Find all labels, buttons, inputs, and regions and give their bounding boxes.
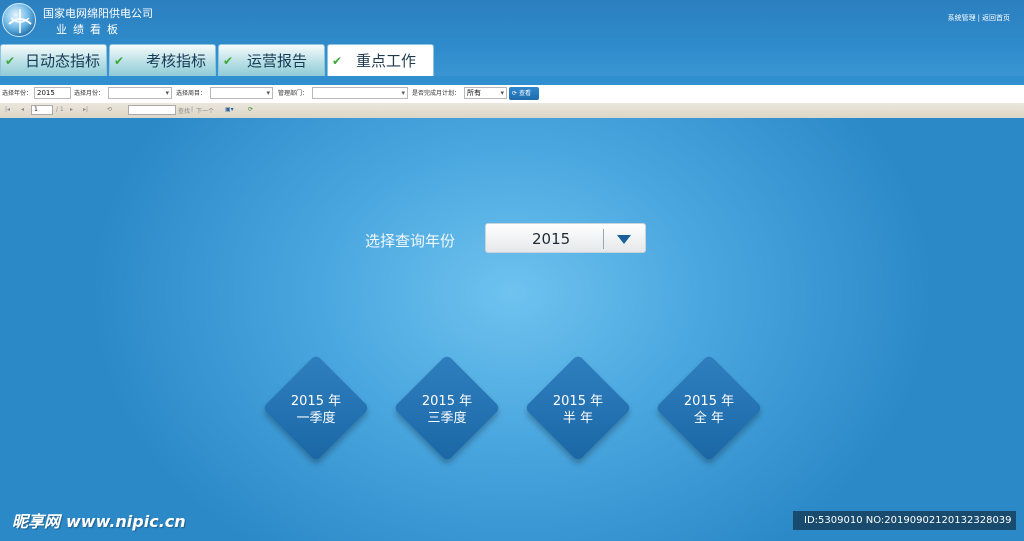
- main-tabs: ✔ 日动态指标 ✔ 考核指标 ✔ 运营报告 ✔ 重点工作: [0, 44, 436, 76]
- tab-label: 运营报告: [247, 52, 308, 70]
- card-period: 半 年: [562, 411, 594, 426]
- dashboard-subtitle: 业绩看板: [56, 23, 124, 36]
- view-button[interactable]: ⟳ 查看: [509, 87, 539, 100]
- query-year-label: 选择查询年份: [365, 232, 456, 250]
- page-total: / 1: [56, 106, 64, 113]
- refresh-page-icon[interactable]: ⟲: [107, 106, 112, 113]
- report-pager: |◂ ◂ 1 / 1 ▸ ▸| ⟲ 查找 | 下一个 ▣▾ ⟳: [0, 103, 1024, 118]
- top-links: 系统管理 | 返回首页: [948, 13, 1010, 23]
- card-q3[interactable]: 2015 年 三季度: [393, 354, 501, 462]
- prev-page-icon[interactable]: ◂: [21, 106, 24, 113]
- tab-label: 重点工作: [356, 52, 417, 70]
- next-page-icon[interactable]: ▸: [70, 106, 73, 113]
- search-text-input[interactable]: [128, 105, 176, 115]
- month-filter-select[interactable]: [108, 87, 172, 99]
- last-page-icon[interactable]: ▸|: [83, 106, 88, 113]
- cycle-filter-label: 选择周目：: [176, 90, 207, 97]
- page-number-input[interactable]: 1: [31, 105, 53, 115]
- return-home-link[interactable]: 返回首页: [982, 14, 1010, 22]
- watermark-brand: 昵享网: [12, 512, 61, 531]
- card-period: 全 年: [693, 411, 725, 426]
- select-divider: [603, 229, 604, 249]
- link-separator: |: [977, 14, 980, 22]
- refresh-icon: ⟳: [512, 90, 518, 97]
- pager-separator: |: [191, 106, 194, 113]
- tab-label: 日动态指标: [25, 52, 101, 70]
- plan-filter-label: 是否完成月计划：: [412, 90, 461, 97]
- card-period: 一季度: [296, 411, 336, 426]
- query-year-select[interactable]: 2015: [485, 223, 646, 253]
- plan-filter-select[interactable]: 所有: [464, 87, 507, 99]
- card-q1[interactable]: 2015 年 一季度: [262, 354, 370, 462]
- tab-operation-report[interactable]: ✔ 运营报告: [218, 44, 325, 76]
- tab-key-work[interactable]: ✔ 重点工作: [327, 44, 434, 76]
- dashboard-main: 选择查询年份 2015 2015 年 一季度 2015 年 三季度 2015 年…: [0, 118, 1024, 541]
- filter-bar: 选择年份： 2015 选择月份： 选择周目： 管理部门： 是否完成月计划： 所有…: [0, 85, 1024, 103]
- tab-label: 考核指标: [146, 52, 207, 70]
- tab-daily-indicators[interactable]: ✔ 日动态指标: [0, 44, 107, 76]
- company-name: 国家电网绵阳供电公司: [43, 7, 153, 20]
- watermark-logo: 昵享网 www.nipic.cn: [12, 508, 186, 532]
- card-period: 三季度: [427, 411, 467, 426]
- department-filter-select[interactable]: [312, 87, 408, 99]
- system-admin-link[interactable]: 系统管理: [948, 14, 976, 22]
- cycle-filter-select[interactable]: [210, 87, 273, 99]
- app-header: 国家电网绵阳供电公司 业绩看板 系统管理 | 返回首页 ✔ 日动态指标 ✔ 考核指标…: [0, 0, 1024, 76]
- check-icon: ✔: [332, 53, 343, 68]
- tab-assessment-indicators[interactable]: ✔ 考核指标: [109, 44, 216, 76]
- check-icon: ✔: [223, 53, 234, 68]
- watermark-site: www.nipic.cn: [66, 512, 186, 531]
- query-year-value: 2015: [532, 230, 571, 248]
- card-half-year[interactable]: 2015 年 半 年: [524, 354, 632, 462]
- check-icon: ✔: [5, 53, 16, 68]
- department-filter-label: 管理部门：: [278, 90, 309, 97]
- year-filter-input[interactable]: 2015: [34, 87, 71, 99]
- export-icon[interactable]: ▣▾: [225, 106, 234, 113]
- check-icon: ✔: [114, 53, 125, 68]
- find-link[interactable]: 查找: [178, 106, 190, 115]
- refresh-icon[interactable]: ⟳: [248, 106, 253, 113]
- card-full-year[interactable]: 2015 年 全 年: [655, 354, 763, 462]
- find-next-link[interactable]: 下一个: [196, 106, 214, 115]
- image-id-bar: ID:5309010 NO:20190902120132328039: [793, 511, 1016, 530]
- view-button-label: 查看: [518, 90, 531, 97]
- month-filter-label: 选择月份：: [74, 90, 105, 97]
- state-grid-logo: [2, 3, 36, 37]
- chevron-down-icon: [617, 235, 631, 244]
- first-page-icon[interactable]: |◂: [5, 106, 10, 113]
- year-filter-label: 选择年份：: [2, 90, 33, 97]
